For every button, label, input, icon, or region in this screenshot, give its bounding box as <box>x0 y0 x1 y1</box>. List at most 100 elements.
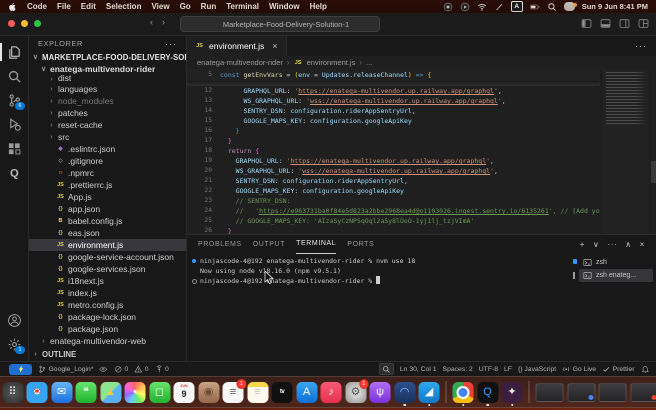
status-ln-30-col-1[interactable]: Ln 30, Col 1 <box>400 366 437 373</box>
errors-icon[interactable]: 0 <box>114 365 128 374</box>
tree-item-src[interactable]: ›src <box>29 131 186 143</box>
dock-vscode[interactable]: ◢ <box>419 382 440 403</box>
toggle-secondary-sidebar-icon[interactable] <box>619 18 630 29</box>
customize-layout-icon[interactable] <box>638 18 649 29</box>
menu-item-view[interactable]: View <box>151 2 169 11</box>
panel-maximize-icon[interactable]: ∧ <box>625 240 631 249</box>
status-utf-8[interactable]: UTF-8 <box>479 366 498 373</box>
dock-facetime[interactable]: ◻ <box>149 382 170 403</box>
tree-item--prettierrc-js[interactable]: JS.prettierrc.js <box>29 179 186 191</box>
terminal-instance-zsh-enateg-[interactable]: zsh enateg... <box>579 269 653 282</box>
dock-safari[interactable]: ✶ <box>27 382 48 403</box>
breadcrumb-item[interactable]: environment.js <box>307 58 356 67</box>
dock-reminders[interactable]: ≡1 <box>223 382 244 403</box>
terminal-dropdown-icon[interactable]: ∨ <box>593 240 599 249</box>
dock-system-settings[interactable]: ⚙1 <box>345 382 366 403</box>
menu-item-help[interactable]: Help <box>310 2 327 11</box>
activitybar-settings-gear-icon[interactable]: 1 <box>3 333 25 355</box>
dock-app-store[interactable]: A <box>296 382 317 403</box>
tree-item-enatega-multivendor-web[interactable]: ›enatega-multivendor-web <box>29 335 186 347</box>
tab-environment-js[interactable]: JS environment.js × <box>187 36 287 56</box>
panel-tab-problems[interactable]: PROBLEMS <box>198 235 242 253</box>
menu-item-window[interactable]: Window <box>269 2 300 11</box>
dock-photos[interactable]: • <box>125 382 146 403</box>
dock-minimized-window[interactable] <box>599 383 627 402</box>
panel-more-icon[interactable]: ··· <box>607 240 617 249</box>
eye-icon[interactable] <box>99 365 108 374</box>
dock-apple-tv[interactable]: tv <box>272 382 293 403</box>
dock-music[interactable]: ♪ <box>321 382 342 403</box>
new-terminal-icon[interactable]: + <box>580 240 585 249</box>
dock-quicktime[interactable]: Q <box>477 382 498 403</box>
dock-slack[interactable]: ✦ <box>502 382 523 403</box>
input-source-icon[interactable]: A <box>511 1 523 12</box>
breadcrumb[interactable]: enatega-multivendor-rider›JSenvironment.… <box>187 56 656 69</box>
dock-maps[interactable]: ▲ <box>100 382 121 403</box>
dock-minimized-window[interactable] <box>630 383 656 402</box>
ports-forwarded-icon[interactable]: 0 <box>155 365 169 374</box>
warnings-icon[interactable]: 0 <box>134 365 148 374</box>
status-lf[interactable]: LF <box>504 366 512 373</box>
dock-podcasts[interactable]: ψ <box>370 382 391 403</box>
zoom-window-button[interactable] <box>34 20 41 27</box>
go-live-icon[interactable]: Go Live <box>562 365 596 374</box>
activitybar-q-extension-icon[interactable]: Q <box>3 161 25 183</box>
tree-item-index-js[interactable]: JSindex.js <box>29 287 186 299</box>
close-window-button[interactable] <box>8 20 15 27</box>
panel-tab-output[interactable]: OUTPUT <box>253 235 285 253</box>
explorer-more-actions[interactable]: ··· <box>165 39 177 49</box>
dock-blue-dev-app[interactable]: ◠ <box>394 382 415 403</box>
pen-icon[interactable] <box>494 2 504 12</box>
activitybar-source-control-icon[interactable]: 6 <box>3 89 25 111</box>
dock-messages[interactable]: ❝ <box>76 382 97 403</box>
tree-root-folder[interactable]: ∨MARKETPLACE-FOOD-DELIVERY-SOLUTION-1 <box>29 51 186 63</box>
tree-item--gitignore[interactable]: ◇.gitignore <box>29 155 186 167</box>
section-outline[interactable]: ›OUTLINE <box>29 348 186 360</box>
record-icon[interactable] <box>443 2 453 12</box>
menu-item-file[interactable]: File <box>57 2 71 11</box>
menu-item-edit[interactable]: Edit <box>81 2 96 11</box>
toggle-sidebar-icon[interactable] <box>581 18 592 29</box>
tree-item-environment-js[interactable]: JSenvironment.js <box>29 239 186 251</box>
editor-more-actions-icon[interactable]: ··· <box>635 41 647 51</box>
terminal-instance-zsh[interactable]: zsh <box>579 256 653 269</box>
dock-minimized-window[interactable] <box>567 383 595 402</box>
tree-item--eslintrc-json[interactable]: ◆.eslintrc.json <box>29 143 186 155</box>
dock-notes[interactable]: ≡ <box>247 382 268 403</box>
git-branch-icon[interactable]: Google_Login* <box>38 365 93 374</box>
status--javascript[interactable]: {} JavaScript <box>518 366 556 373</box>
activitybar-extensions-icon[interactable] <box>3 137 25 159</box>
dock-launchpad[interactable]: ⠿ <box>2 382 23 403</box>
panel-tab-ports[interactable]: PORTS <box>347 235 374 253</box>
activitybar-run-debug-icon[interactable] <box>3 113 25 135</box>
screencast-icon[interactable] <box>379 363 394 376</box>
menu-item-code[interactable]: Code <box>27 2 47 11</box>
remote-bolt-icon[interactable] <box>9 364 32 375</box>
breadcrumb-item[interactable]: ... <box>366 58 372 67</box>
spotlight-search-icon[interactable] <box>547 2 557 12</box>
tree-item-i18next-js[interactable]: JSi18next.js <box>29 275 186 287</box>
editor-scrollbar[interactable] <box>651 161 656 183</box>
tree-item-node-modules[interactable]: ›node_modules <box>29 95 186 107</box>
dock-contacts[interactable]: ◉ <box>198 382 219 403</box>
user-profile-icon[interactable] <box>564 2 575 11</box>
tree-item--npmrc[interactable]: n.npmrc <box>29 167 186 179</box>
window-controls[interactable] <box>8 20 41 27</box>
tree-item-app-js[interactable]: JSApp.js <box>29 191 186 203</box>
menu-item-run[interactable]: Run <box>201 2 217 11</box>
tree-folder-enatega-multivendor-rider[interactable]: ∨enatega-multivendor-rider <box>29 63 186 75</box>
tree-item-dist[interactable]: ›dist <box>29 75 186 83</box>
dock-chrome[interactable] <box>453 382 474 403</box>
apple-menu-icon[interactable] <box>8 2 17 12</box>
panel-close-icon[interactable]: × <box>640 240 645 249</box>
tree-item-reset-cache[interactable]: ›reset-cache <box>29 119 186 131</box>
dock-minimized-window[interactable] <box>536 383 564 402</box>
tree-item-metro-config-js[interactable]: JSmetro.config.js <box>29 299 186 311</box>
panel-tab-terminal[interactable]: TERMINAL <box>296 235 336 254</box>
notifications-bell-icon[interactable] <box>641 365 650 374</box>
activitybar-account-icon[interactable] <box>3 309 25 331</box>
screen-record-icon[interactable] <box>460 2 470 12</box>
activitybar-search-icon[interactable] <box>3 65 25 87</box>
activitybar-explorer-files-icon[interactable] <box>3 41 25 63</box>
dock-calendar[interactable]: JUN9 <box>174 382 195 403</box>
